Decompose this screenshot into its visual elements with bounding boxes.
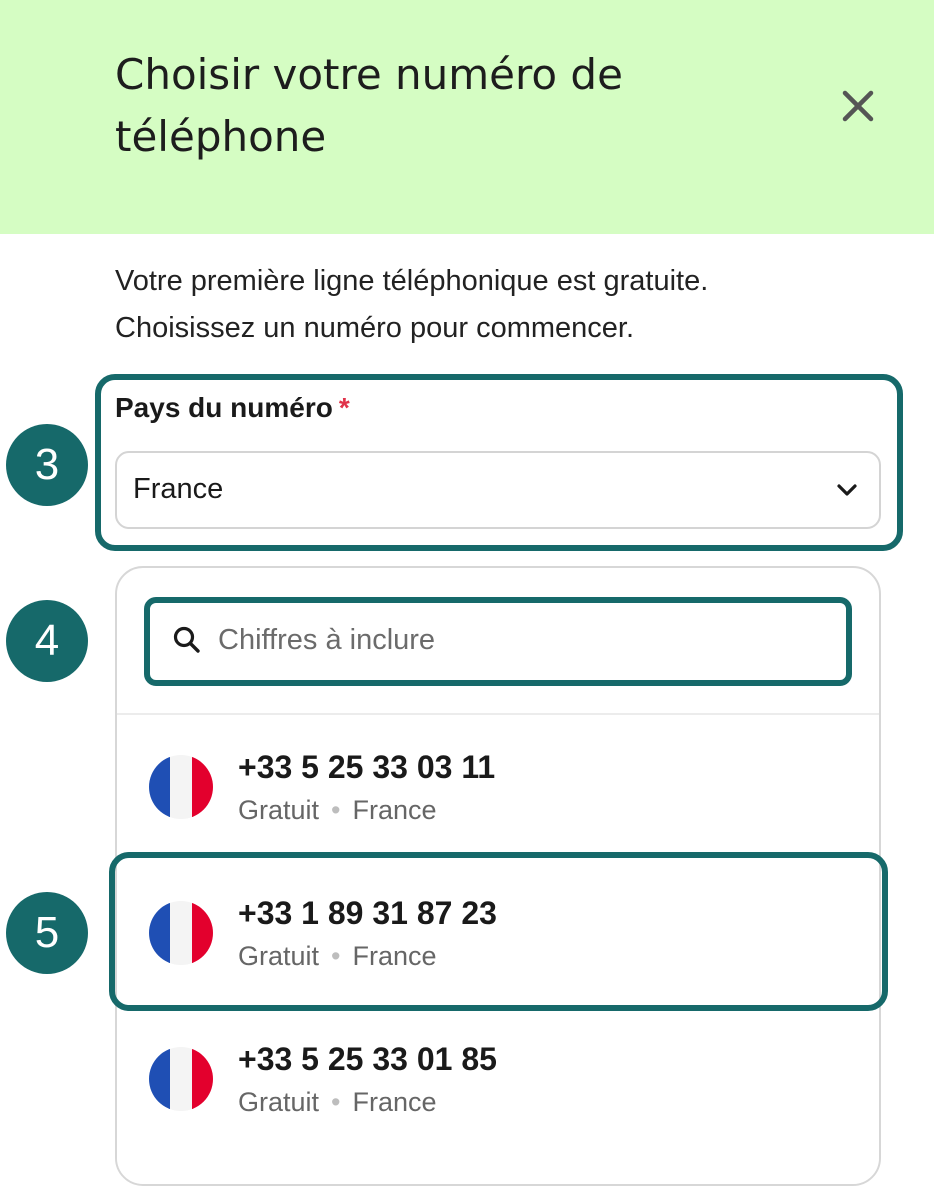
phone-number: +33 1 89 31 87 23 [238,895,497,931]
country-field-label: Pays du numéro * [115,392,350,424]
number-price: Gratuit [238,941,320,971]
number-meta: Gratuit • France [238,795,437,826]
number-country: France [352,941,437,971]
country-label-text: Pays du numéro [115,392,333,423]
required-marker: * [338,392,350,423]
france-flag-icon [149,901,213,965]
step-badge-5: 5 [6,892,88,974]
search-box[interactable] [154,606,844,672]
chevron-down-icon [837,484,857,496]
number-option-2[interactable]: +33 1 89 31 87 23 Gratuit • France [117,861,879,981]
france-flag-icon [149,755,213,819]
dialog-title: Choisir votre numéro de téléphone [115,50,623,161]
number-option-3[interactable]: +33 5 25 33 01 85 Gratuit • France [117,1007,879,1127]
number-option-1[interactable]: +33 5 25 33 03 11 Gratuit • France [117,715,879,835]
step-badge-3: 3 [6,424,88,506]
number-price: Gratuit [238,795,320,825]
meta-separator: • [331,795,341,825]
close-button[interactable] [834,82,882,130]
phone-number: +33 5 25 33 03 11 [238,749,496,785]
phone-number: +33 5 25 33 01 85 [238,1041,497,1077]
france-flag-icon [149,1047,213,1111]
number-list-card: +33 5 25 33 03 11 Gratuit • France +33 1 8… [115,566,881,1186]
search-input[interactable] [216,614,820,666]
intro-text: Votre première ligne téléphonique est gr… [115,265,709,344]
list-fade [117,1124,879,1184]
number-meta: Gratuit • France [238,941,437,972]
number-meta: Gratuit • France [238,1087,437,1118]
country-select-value: France [133,473,224,505]
search-icon [173,626,200,653]
number-country: France [352,795,437,825]
meta-separator: • [331,1087,341,1117]
step-badge-4: 4 [6,600,88,682]
close-icon [842,90,874,122]
dialog-header: Choisir votre numéro de téléphone [0,0,934,234]
number-price: Gratuit [238,1087,320,1117]
meta-separator: • [331,941,341,971]
number-country: France [352,1087,437,1117]
country-select[interactable]: France [115,451,881,529]
